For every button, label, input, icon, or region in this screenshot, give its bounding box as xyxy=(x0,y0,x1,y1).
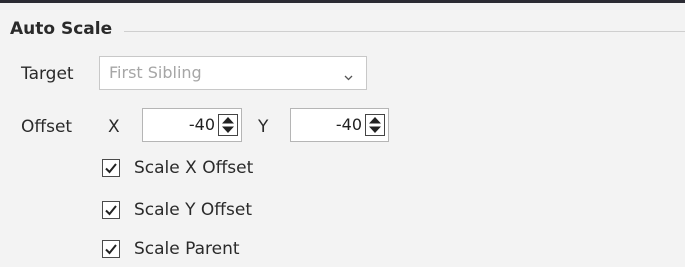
scale-parent-checkbox[interactable] xyxy=(102,240,120,258)
scale-y-offset-checkbox[interactable] xyxy=(102,201,120,219)
scale-x-offset-label: Scale X Offset xyxy=(134,158,254,178)
offset-x-value[interactable]: -40 xyxy=(189,115,215,134)
group-title: Auto Scale xyxy=(10,19,113,39)
target-label: Target xyxy=(21,64,74,84)
target-dropdown[interactable]: First Sibling xyxy=(99,56,367,90)
checkmark-icon xyxy=(105,244,117,255)
checkmark-icon xyxy=(105,205,117,216)
scale-parent-label: Scale Parent xyxy=(134,239,240,259)
offset-x-label: X xyxy=(108,117,120,137)
scale-y-offset-label: Scale Y Offset xyxy=(134,200,253,220)
offset-y-stepper[interactable]: -40 xyxy=(290,108,389,142)
group-divider xyxy=(124,31,685,32)
up-down-arrows-icon[interactable] xyxy=(365,114,385,136)
scale-x-offset-checkbox[interactable] xyxy=(102,159,120,177)
chevron-down-icon xyxy=(344,67,353,81)
offset-x-stepper[interactable]: -40 xyxy=(142,108,242,142)
checkmark-icon xyxy=(105,163,117,174)
offset-y-value[interactable]: -40 xyxy=(336,115,362,134)
offset-y-label: Y xyxy=(258,117,269,137)
up-down-arrows-icon[interactable] xyxy=(218,114,238,136)
offset-label: Offset xyxy=(21,117,73,137)
target-selected-value: First Sibling xyxy=(109,63,202,82)
panel-top-border xyxy=(0,0,685,3)
